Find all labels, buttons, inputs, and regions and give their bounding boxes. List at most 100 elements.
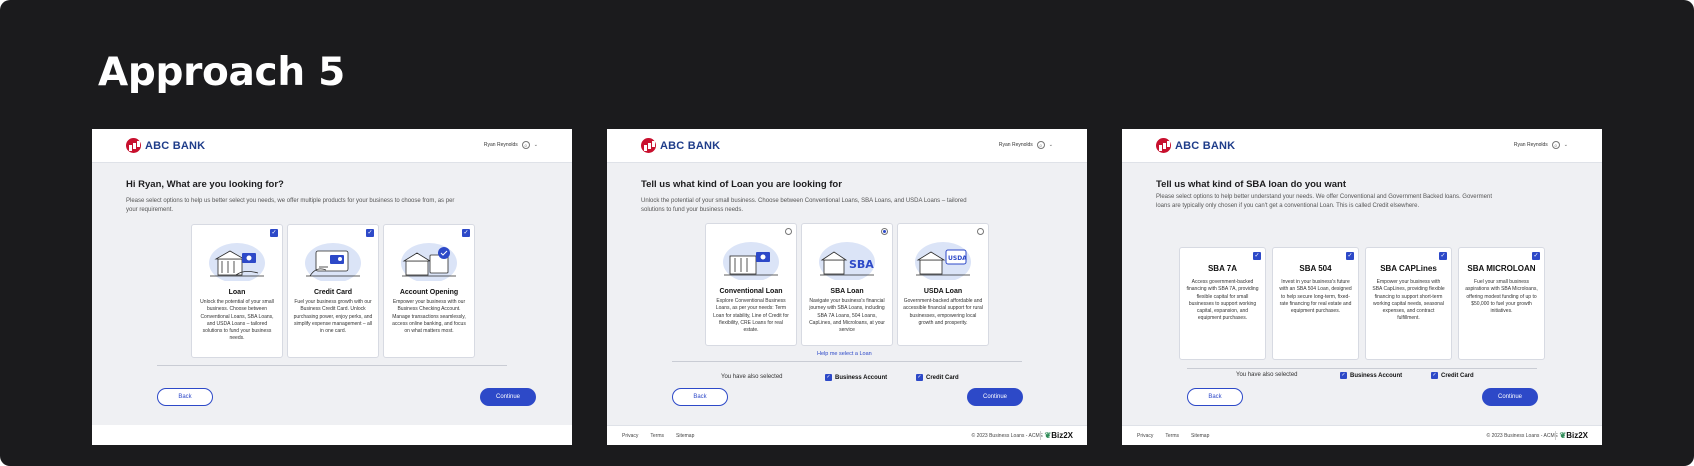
also-item-credit-card[interactable]: ✓ Credit Card <box>916 374 959 381</box>
sba-card-caplines[interactable]: ✓ SBA CAPLines Empower your business wit… <box>1365 247 1452 360</box>
credit-card-icon <box>305 243 361 283</box>
card-description: Fuel your small business aspirations wit… <box>1465 279 1538 315</box>
footer-link-sitemap[interactable]: Sitemap <box>1191 433 1209 439</box>
continue-button[interactable]: Continue <box>1482 388 1538 406</box>
bank-logo-icon <box>641 138 656 153</box>
checkbox-checked-icon[interactable]: ✓ <box>1346 252 1354 260</box>
footer-link-terms[interactable]: Terms <box>650 433 664 439</box>
also-item-label: Credit Card <box>1441 372 1474 379</box>
loan-card-conventional[interactable]: Conventional Loan Explore Conventional B… <box>705 223 797 346</box>
app-header: ABC BANK Ryan Reynolds ☺ ⌄ <box>92 129 572 163</box>
card-description: Government-backed affordable and accessi… <box>903 298 983 326</box>
checkbox-checked-icon[interactable]: ✓ <box>916 374 923 381</box>
user-name: Ryan Reynolds <box>1513 142 1548 148</box>
continue-button[interactable]: Continue <box>967 388 1023 406</box>
user-name: Ryan Reynolds <box>483 142 518 148</box>
sba-card-504[interactable]: ✓ SBA 504 Invest in your business's futu… <box>1272 247 1359 360</box>
bank-building-icon <box>209 243 265 283</box>
back-button[interactable]: Back <box>157 388 213 406</box>
card-title: SBA 504 <box>1299 264 1332 273</box>
card-title: Credit Card <box>313 289 353 296</box>
card-title: SBA Loan <box>830 288 864 295</box>
biz2x-logo: ❦Biz2X <box>1554 431 1588 440</box>
card-description: Unlock the potential of your small busin… <box>200 299 274 342</box>
screen-sba-loan-type: ABC BANK Ryan Reynolds ☺ ⌄ Tell us what … <box>1122 129 1602 445</box>
bank-logo-icon <box>1156 138 1171 153</box>
checkbox-checked-icon[interactable]: ✓ <box>825 374 832 381</box>
card-description: Navigate your business's financial journ… <box>809 298 885 334</box>
footer-link-terms[interactable]: Terms <box>1165 433 1179 439</box>
svg-text:USDA: USDA <box>948 255 967 262</box>
radio-selected-icon[interactable] <box>881 228 888 235</box>
chevron-down-icon: ⌄ <box>1563 142 1568 148</box>
checkbox-checked-icon[interactable]: ✓ <box>270 229 278 237</box>
checkbox-checked-icon[interactable]: ✓ <box>1431 372 1438 379</box>
loan-card-sba[interactable]: SBA SBA Loan Navigate your business's fi… <box>801 223 893 346</box>
footer-copyright: © 2023 Business Loans - ACME <box>1486 433 1559 439</box>
card-title: SBA CAPLines <box>1380 264 1437 273</box>
card-description: Empower your business with our Business … <box>392 299 466 335</box>
usda-building-icon: USDA <box>915 242 971 282</box>
card-title: SBA MICROLOAN <box>1467 264 1536 273</box>
bank-logo[interactable]: ABC BANK <box>126 138 205 153</box>
product-card-loan[interactable]: ✓ Loan Unlock the potential of your smal… <box>191 224 283 358</box>
screen-product-selection: ABC BANK Ryan Reynolds ☺ ⌄ Hi Ryan, What… <box>92 129 572 445</box>
card-description: Empower your business with SBA CapLines,… <box>1372 279 1445 322</box>
sba-card-7a[interactable]: ✓ SBA 7A Access government-backed financ… <box>1179 247 1266 360</box>
back-button[interactable]: Back <box>672 388 728 406</box>
sba-building-icon: SBA <box>819 242 875 282</box>
also-selected-row: You have also selected <box>1236 372 1298 378</box>
loan-type-cards: Conventional Loan Explore Conventional B… <box>705 223 989 346</box>
sba-card-microloan[interactable]: ✓ SBA MICROLOAN Fuel your small business… <box>1458 247 1545 360</box>
card-title: Conventional Loan <box>719 288 783 295</box>
card-description: Invest in your business's future with an… <box>1279 279 1352 315</box>
product-card-credit-card[interactable]: ✓ Credit Card Fuel your business growth … <box>287 224 379 358</box>
loan-card-usda[interactable]: USDA USDA Loan Government-backed afforda… <box>897 223 989 346</box>
bank-name: ABC BANK <box>1175 139 1236 152</box>
checkbox-checked-icon[interactable]: ✓ <box>1532 252 1540 260</box>
also-selected-label: You have also selected <box>1236 372 1298 378</box>
svg-text:SBA: SBA <box>849 258 874 271</box>
checkbox-checked-icon[interactable]: ✓ <box>1340 372 1347 379</box>
radio-unselected-icon[interactable] <box>785 228 792 235</box>
checkbox-checked-icon[interactable]: ✓ <box>462 229 470 237</box>
page-title: Tell us what kind of Loan you are lookin… <box>641 179 842 190</box>
also-item-business-account[interactable]: ✓ Business Account <box>1340 372 1402 379</box>
checkbox-checked-icon[interactable]: ✓ <box>1439 252 1447 260</box>
continue-button[interactable]: Continue <box>480 388 536 406</box>
checkbox-checked-icon[interactable]: ✓ <box>1253 252 1261 260</box>
card-title: Loan <box>228 289 246 296</box>
help-select-loan-link[interactable]: Help me select a Loan <box>817 351 872 357</box>
bank-building-icon <box>723 242 779 282</box>
card-title: USDA Loan <box>923 288 963 295</box>
also-item-label: Business Account <box>1350 372 1403 379</box>
biz2x-label: Biz2X <box>1051 431 1073 440</box>
back-button[interactable]: Back <box>1187 388 1243 406</box>
footer-links: Privacy Terms Sitemap <box>622 433 694 439</box>
footer-link-privacy[interactable]: Privacy <box>622 433 638 439</box>
footer-copyright: © 2023 Business Loans - ACME <box>971 433 1044 439</box>
chevron-down-icon: ⌄ <box>1048 142 1053 148</box>
radio-unselected-icon[interactable] <box>977 228 984 235</box>
user-menu[interactable]: Ryan Reynolds ☺ ⌄ <box>999 141 1053 149</box>
user-avatar-icon: ☺ <box>1036 141 1045 149</box>
footer-link-privacy[interactable]: Privacy <box>1137 433 1153 439</box>
checkbox-checked-icon[interactable]: ✓ <box>366 229 374 237</box>
bank-logo[interactable]: ABC BANK <box>641 138 720 153</box>
footer-link-sitemap[interactable]: Sitemap <box>676 433 694 439</box>
page-subtitle: Please select options to help better und… <box>1156 194 1492 209</box>
product-card-account-opening[interactable]: ✓ Account Opening Empower your business … <box>383 224 475 358</box>
bank-name: ABC BANK <box>660 139 721 152</box>
account-building-icon <box>401 243 457 283</box>
user-menu[interactable]: Ryan Reynolds ☺ ⌄ <box>1514 141 1568 149</box>
divider <box>157 365 507 366</box>
also-item-business-account[interactable]: ✓ Business Account <box>825 374 887 381</box>
divider <box>672 361 1022 362</box>
also-item-credit-card[interactable]: ✓ Credit Card <box>1431 372 1474 379</box>
bank-logo[interactable]: ABC BANK <box>1156 138 1235 153</box>
card-title: Account Opening <box>399 289 459 296</box>
user-avatar-icon: ☺ <box>1551 141 1560 149</box>
biz2x-label: Biz2X <box>1566 431 1588 440</box>
app-header: ABC BANK Ryan Reynolds ☺ ⌄ <box>1122 129 1602 163</box>
user-menu[interactable]: Ryan Reynolds ☺ ⌄ <box>484 141 538 149</box>
